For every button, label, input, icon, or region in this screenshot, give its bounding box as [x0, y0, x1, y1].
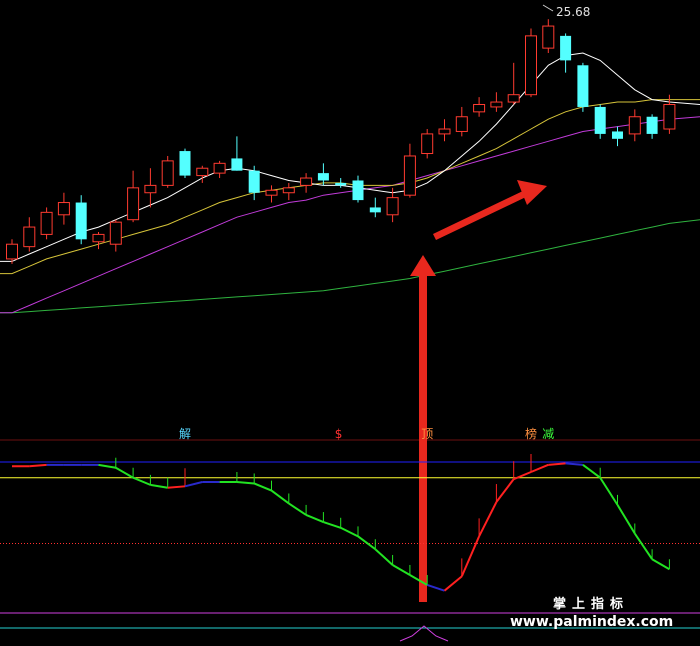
candle-body — [335, 182, 347, 186]
candle-body — [560, 35, 572, 61]
candle-body — [40, 211, 53, 235]
candle-body — [403, 155, 416, 196]
signal-marker: 顶 — [421, 427, 433, 441]
candle-body — [612, 131, 623, 139]
candle-body — [386, 197, 399, 216]
candle-body — [507, 94, 520, 103]
oscillator-segment — [167, 485, 186, 489]
candle-body — [628, 116, 641, 135]
candle-body — [231, 158, 243, 171]
candle-body — [109, 221, 122, 245]
candle-body — [144, 184, 157, 194]
candle-body — [369, 207, 381, 213]
candle-body — [265, 189, 278, 196]
candle-body — [317, 173, 329, 181]
oscillator-segment — [548, 462, 566, 466]
candle-body — [577, 65, 589, 107]
candle-body — [542, 25, 555, 49]
candle — [525, 28, 537, 98]
candle-body — [92, 233, 105, 243]
candle — [75, 195, 87, 245]
candle-body — [75, 202, 87, 240]
candle — [594, 104, 606, 139]
candle-body — [455, 116, 468, 132]
signal-marker: 榜 — [525, 426, 537, 441]
candle — [179, 148, 191, 179]
candle — [577, 62, 589, 112]
signal-marker: $ — [335, 427, 343, 441]
oscillator-segment — [236, 481, 255, 485]
stock-chart: 25.68 解 $ 顶榜减 掌上指标 www.palmindex.com — [0, 0, 700, 642]
candle-body — [179, 151, 191, 176]
candle — [161, 155, 174, 188]
watermark-cn: 掌上指标 — [553, 596, 629, 612]
candle-body — [663, 103, 676, 130]
candle-body — [196, 167, 209, 177]
oscillator-segment — [565, 462, 583, 466]
candle-body — [127, 187, 140, 221]
watermark-url: www.palmindex.com — [510, 614, 673, 630]
candle-body — [213, 162, 226, 174]
candle-body — [6, 243, 18, 260]
candle — [40, 207, 53, 240]
high-price-text: 25.68 — [556, 5, 590, 19]
candle-body — [473, 103, 486, 113]
candle-body — [248, 170, 260, 193]
candle-body — [646, 116, 658, 134]
candle-body — [438, 128, 451, 135]
candle-body — [161, 160, 174, 186]
candle-body — [57, 202, 70, 216]
candle-body — [300, 177, 313, 186]
candle — [421, 129, 434, 159]
candle-body — [352, 180, 364, 201]
candle-body — [594, 106, 606, 134]
chart-canvas: 25.68 解 $ 顶榜减 掌上指标 www.palmindex.com — [0, 0, 700, 642]
candle-body — [421, 133, 434, 155]
oscillator-segment — [29, 463, 47, 468]
candle-body — [525, 35, 537, 96]
signal-marker: 解 — [179, 427, 191, 441]
candle-body — [490, 101, 503, 108]
candle-body — [282, 187, 295, 194]
candle-body — [23, 226, 36, 248]
signal-marker: 减 — [542, 427, 554, 441]
